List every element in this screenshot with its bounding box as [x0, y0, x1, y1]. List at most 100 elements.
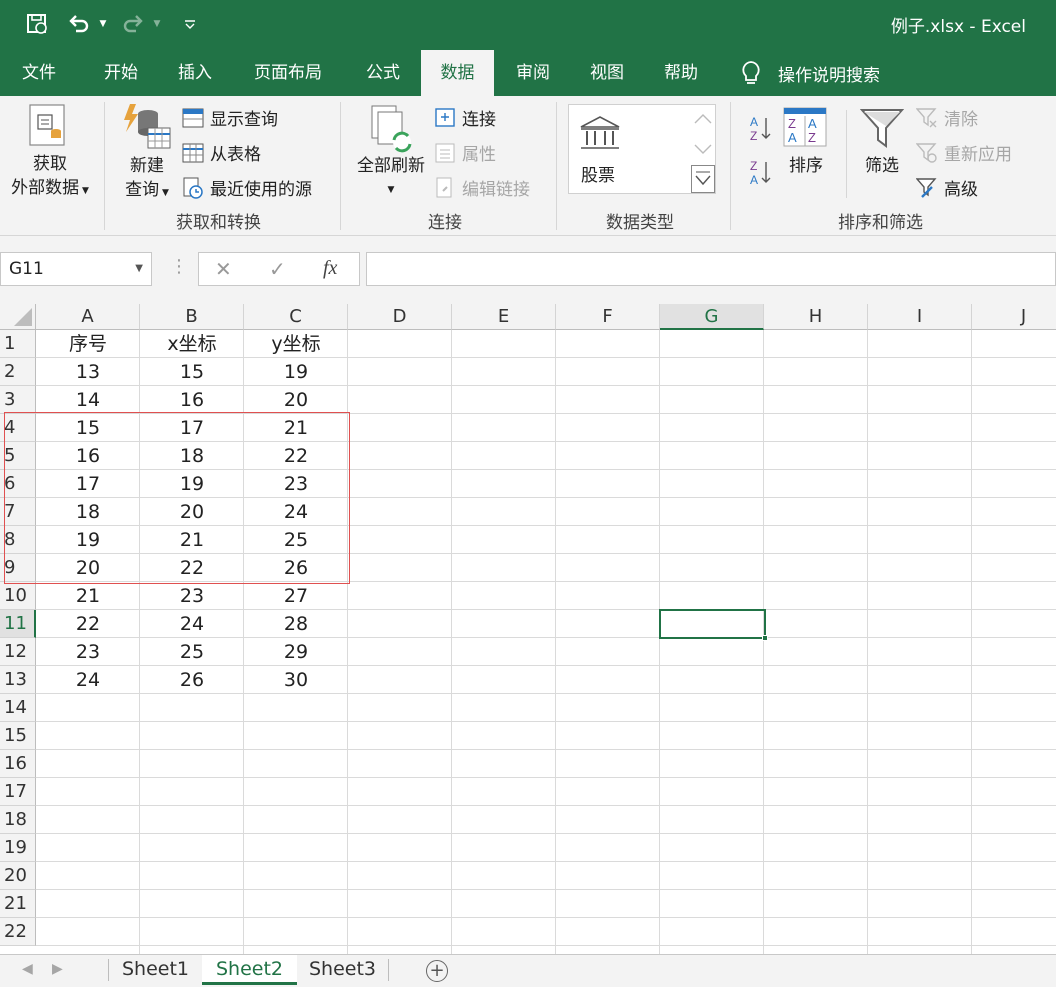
enter-icon[interactable]: ✓ — [269, 257, 286, 281]
formula-input[interactable] — [366, 252, 1056, 286]
cell[interactable]: 22 — [36, 610, 140, 638]
sheet-tab-sheet2[interactable]: Sheet2 — [202, 955, 297, 985]
tab-review[interactable]: 审阅 — [500, 50, 566, 96]
advanced-filter-button[interactable]: 高级 — [916, 175, 978, 200]
tab-data[interactable]: 数据 — [421, 50, 494, 96]
row-header[interactable]: 12 — [0, 638, 36, 666]
cell[interactable]: 30 — [244, 666, 348, 694]
insert-function-icon[interactable]: fx — [323, 257, 337, 280]
refresh-all-icon[interactable] — [368, 104, 416, 154]
row-header[interactable]: 15 — [0, 722, 36, 750]
row-header[interactable]: 11 — [0, 610, 36, 638]
column-header[interactable]: B — [140, 304, 244, 330]
new-query-icon[interactable] — [120, 102, 172, 154]
cell[interactable]: 23 — [36, 638, 140, 666]
recent-sources-button[interactable]: 最近使用的源 — [182, 175, 312, 200]
cell[interactable]: 19 — [244, 358, 348, 386]
chevron-down-icon[interactable]: ▼ — [135, 253, 143, 285]
tab-file[interactable]: 文件 — [6, 50, 72, 96]
cell[interactable]: 21 — [36, 582, 140, 610]
row-header[interactable]: 13 — [0, 666, 36, 694]
sheet-tab-sheet1[interactable]: Sheet1 — [108, 955, 203, 985]
cell[interactable]: 25 — [140, 638, 244, 666]
column-header[interactable]: A — [36, 304, 140, 330]
cell[interactable]: 24 — [36, 666, 140, 694]
row-header[interactable]: 18 — [0, 806, 36, 834]
tab-page-layout[interactable]: 页面布局 — [240, 50, 336, 96]
column-header[interactable]: H — [764, 304, 868, 330]
sort-descending-icon[interactable]: ZA — [748, 158, 772, 188]
column-header[interactable]: E — [452, 304, 556, 330]
cell[interactable]: 15 — [140, 358, 244, 386]
gallery-down-icon[interactable] — [691, 135, 715, 163]
cell[interactable]: 27 — [244, 582, 348, 610]
autosave-icon[interactable] — [22, 10, 52, 38]
row-header[interactable]: 22 — [0, 918, 36, 946]
cell[interactable]: 序号 — [36, 330, 140, 358]
row-header[interactable]: 16 — [0, 750, 36, 778]
cancel-icon[interactable]: ✕ — [215, 257, 232, 281]
cell[interactable]: 14 — [36, 386, 140, 414]
fill-handle[interactable] — [762, 635, 768, 641]
cell[interactable]: y坐标 — [244, 330, 348, 358]
column-header[interactable]: J — [972, 304, 1056, 330]
name-box[interactable]: G11 ▼ — [0, 252, 152, 286]
tab-help[interactable]: 帮助 — [648, 50, 714, 96]
get-external-data-button[interactable]: 获取 外部数据 ▼ — [2, 152, 98, 203]
tab-insert[interactable]: 插入 — [162, 50, 228, 96]
tab-home[interactable]: 开始 — [88, 50, 154, 96]
cell[interactable]: 20 — [244, 386, 348, 414]
more-options-icon[interactable]: ⋮ — [170, 256, 188, 277]
tell-me-search[interactable]: 操作说明搜索 — [740, 50, 880, 96]
column-header[interactable]: F — [556, 304, 660, 330]
row-header[interactable]: 2 — [0, 358, 36, 386]
row-header[interactable]: 3 — [0, 386, 36, 414]
column-header[interactable]: C — [244, 304, 348, 330]
connections-button[interactable]: 连接 — [434, 105, 496, 130]
show-queries-button[interactable]: 显示查询 — [182, 105, 278, 130]
cell[interactable]: 23 — [140, 582, 244, 610]
row-header[interactable]: 20 — [0, 862, 36, 890]
undo-dropdown-icon[interactable]: ▼ — [96, 10, 110, 38]
sheet-tab-sheet3[interactable]: Sheet3 — [295, 955, 390, 985]
get-external-data-icon[interactable] — [26, 102, 72, 148]
row-header[interactable]: 19 — [0, 834, 36, 862]
undo-icon[interactable] — [64, 10, 94, 38]
row-header[interactable]: 14 — [0, 694, 36, 722]
gallery-expand-icon[interactable] — [691, 165, 715, 193]
new-query-button[interactable]: 新建 查询 ▼ — [114, 154, 180, 205]
cell[interactable]: x坐标 — [140, 330, 244, 358]
from-table-button[interactable]: 从表格 — [182, 140, 261, 165]
tab-view[interactable]: 视图 — [574, 50, 640, 96]
cell[interactable]: 24 — [140, 610, 244, 638]
select-all-corner[interactable] — [0, 304, 36, 330]
row-header[interactable]: 21 — [0, 890, 36, 918]
customize-qat-icon[interactable] — [178, 10, 202, 38]
add-sheet-icon[interactable]: + — [426, 960, 448, 982]
column-header[interactable]: I — [868, 304, 972, 330]
cell[interactable]: 28 — [244, 610, 348, 638]
cell[interactable]: 29 — [244, 638, 348, 666]
row-header[interactable]: 1 — [0, 330, 36, 358]
gallery-up-icon[interactable] — [691, 105, 715, 135]
scroll-left-icon[interactable]: ◀ — [22, 961, 33, 977]
sort-icon[interactable]: ZAAZ — [782, 106, 828, 148]
worksheet-grid[interactable]: ABCDEFGHIJ123456789101112131415161718192… — [0, 304, 1056, 954]
column-header[interactable]: D — [348, 304, 452, 330]
selected-cell-g11[interactable] — [659, 609, 766, 639]
cell[interactable]: 26 — [140, 666, 244, 694]
row-header[interactable]: 10 — [0, 582, 36, 610]
stocks-button[interactable]: 股票 — [569, 105, 689, 193]
cell[interactable]: 16 — [140, 386, 244, 414]
scroll-right-icon[interactable]: ▶ — [52, 961, 63, 977]
tab-formulas[interactable]: 公式 — [350, 50, 416, 96]
row-header[interactable]: 17 — [0, 778, 36, 806]
sort-ascending-icon[interactable]: AZ — [748, 114, 772, 144]
cell[interactable]: 13 — [36, 358, 140, 386]
column-header[interactable]: G — [660, 304, 764, 330]
filter-button[interactable]: 筛选 — [856, 154, 908, 178]
filter-icon[interactable] — [860, 106, 904, 152]
sort-button[interactable]: 排序 — [780, 154, 832, 178]
group-label-connections: 连接 — [428, 208, 462, 233]
refresh-all-button[interactable]: 全部刷新 ▼ — [350, 154, 432, 202]
